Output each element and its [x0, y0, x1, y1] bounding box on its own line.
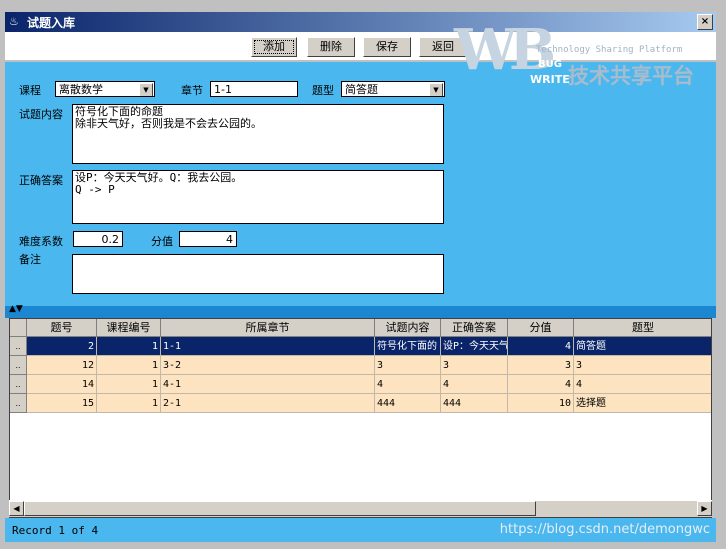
remark-label: 备注	[19, 253, 41, 266]
table-cell-score[interactable]: 3	[508, 356, 574, 375]
table-cell-course[interactable]: 1	[97, 337, 161, 356]
questions-table: 题号 课程编号 所属章节 试题内容 正确答案 分值 题型 .. 2 1 1-1 符号化下…	[9, 318, 712, 518]
watermark-logo: WB Technology Sharing Platform BUG WRITE…	[450, 15, 716, 95]
status-bar: Record 1 of 4 https://blog.csdn.net/demo…	[5, 518, 716, 542]
type-label: 题型	[312, 84, 334, 97]
column-header[interactable]: 分值	[508, 319, 574, 337]
course-select-value: 离散数学	[59, 83, 103, 96]
table-cell-answer[interactable]: 3	[441, 356, 508, 375]
watermark-write: WRITE	[530, 73, 570, 86]
scroll-right-icon[interactable]: ▶	[697, 501, 712, 516]
splitter-bar[interactable]: ▲▼	[5, 304, 716, 318]
chapter-input[interactable]: 1-1	[210, 81, 298, 97]
remark-textarea[interactable]	[72, 254, 444, 294]
column-header[interactable]: 题号	[27, 319, 97, 337]
question-form: 课程 离散数学 ▼ 章节 1-1 题型 简答题 ▼ 试题内容 符号化下面的命题 …	[5, 62, 716, 306]
answer-textarea[interactable]: 设P：今天天气好。Q：我去公园。 Q -> P	[72, 170, 444, 224]
blog-url-watermark: https://blog.csdn.net/demongwc	[499, 522, 710, 537]
content-line: 除非天气好，否则我是不会去公园的。	[75, 117, 262, 130]
delete-button[interactable]: 删除	[307, 37, 355, 57]
table-cell-course[interactable]: 1	[97, 375, 161, 394]
chapter-label: 章节	[181, 84, 203, 97]
difficulty-label: 难度系数	[19, 235, 63, 248]
table-cell-type[interactable]: 选择题	[574, 394, 711, 413]
content-textarea[interactable]: 符号化下面的命题 除非天气好，否则我是不会去公园的。	[72, 104, 444, 164]
table-cell-chapter[interactable]: 3-2	[161, 356, 375, 375]
table-cell-score[interactable]: 4	[508, 337, 574, 356]
answer-line: 设P：今天天气好。Q：我去公园。	[75, 171, 243, 184]
table-cell-content[interactable]: 符号化下面的	[375, 337, 441, 356]
table-cell-content[interactable]: 4	[375, 375, 441, 394]
watermark-cn: 技术共享平台	[568, 64, 694, 88]
difficulty-input[interactable]: 0.2	[73, 231, 123, 247]
course-label: 课程	[19, 84, 41, 97]
save-button[interactable]: 保存	[363, 37, 411, 57]
table-cell-course[interactable]: 1	[97, 394, 161, 413]
row-header-corner	[10, 319, 27, 337]
column-header[interactable]: 题型	[574, 319, 711, 337]
row-selector[interactable]: ..	[10, 356, 27, 375]
table-cell-answer[interactable]: 设P：今天天气	[441, 337, 508, 356]
course-select[interactable]: 离散数学 ▼	[55, 81, 155, 97]
table-cell-content[interactable]: 444	[375, 394, 441, 413]
table-cell-answer[interactable]: 444	[441, 394, 508, 413]
table-cell-type[interactable]: 4	[574, 375, 711, 394]
row-selector[interactable]: ..	[10, 375, 27, 394]
answer-line: Q -> P	[75, 183, 115, 196]
table-cell-type[interactable]: 3	[574, 356, 711, 375]
table-cell-id[interactable]: 2	[27, 337, 97, 356]
table-cell-content[interactable]: 3	[375, 356, 441, 375]
window-title: 试题入库	[27, 16, 76, 30]
table-cell-answer[interactable]: 4	[441, 375, 508, 394]
scroll-left-icon[interactable]: ◀	[9, 501, 24, 516]
record-count: Record 1 of 4	[12, 524, 99, 537]
splitter-arrows-icon[interactable]: ▲▼	[9, 304, 23, 314]
table-cell-score[interactable]: 10	[508, 394, 574, 413]
table-cell-course[interactable]: 1	[97, 356, 161, 375]
column-header[interactable]: 试题内容	[375, 319, 441, 337]
column-header[interactable]: 正确答案	[441, 319, 508, 337]
table-cell-id[interactable]: 12	[27, 356, 97, 375]
score-label: 分值	[151, 235, 173, 248]
table-cell-score[interactable]: 4	[508, 375, 574, 394]
column-header[interactable]: 课程编号	[97, 319, 161, 337]
column-header[interactable]: 所属章节	[161, 319, 375, 337]
row-selector[interactable]: ..	[10, 394, 27, 413]
watermark-bug: BUG	[538, 59, 562, 70]
watermark-tagline: Technology Sharing Platform	[536, 45, 683, 55]
horizontal-scrollbar[interactable]: ◀ ▶	[9, 500, 712, 517]
score-input[interactable]: 4	[179, 231, 237, 247]
content-label: 试题内容	[19, 108, 63, 121]
table-cell-chapter[interactable]: 2-1	[161, 394, 375, 413]
type-select[interactable]: 简答题 ▼	[341, 81, 445, 97]
table-cell-chapter[interactable]: 4-1	[161, 375, 375, 394]
table-cell-id[interactable]: 14	[27, 375, 97, 394]
table-cell-id[interactable]: 15	[27, 394, 97, 413]
chevron-down-icon[interactable]: ▼	[429, 83, 443, 96]
answer-label: 正确答案	[19, 174, 63, 187]
scroll-thumb[interactable]	[24, 501, 536, 516]
java-app-icon: ♨	[9, 15, 19, 28]
table-cell-type[interactable]: 简答题	[574, 337, 711, 356]
type-select-value: 简答题	[345, 83, 378, 96]
add-button[interactable]: 添加	[251, 37, 297, 57]
chevron-down-icon[interactable]: ▼	[139, 83, 153, 96]
row-selector[interactable]: ..	[10, 337, 27, 356]
table-cell-chapter[interactable]: 1-1	[161, 337, 375, 356]
